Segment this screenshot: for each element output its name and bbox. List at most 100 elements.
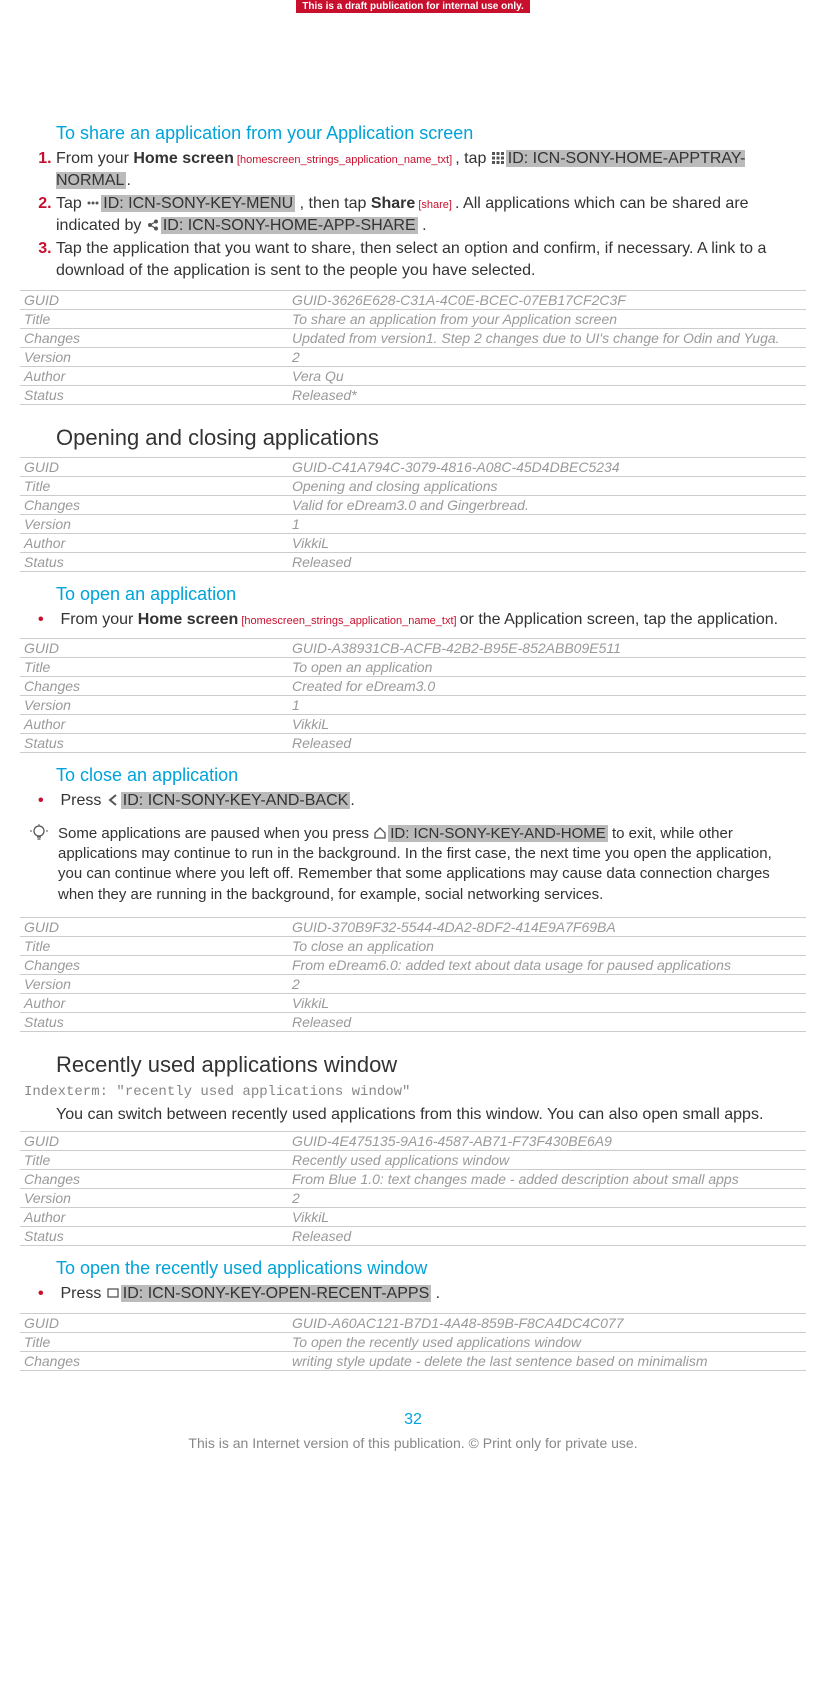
- meta-val: From Blue 1.0: text changes made - added…: [288, 1170, 806, 1189]
- meta-table-5: GUIDGUID-4E475135-9A16-4587-AB71-F73F430…: [20, 1131, 806, 1246]
- meta-key: Status: [20, 734, 288, 753]
- bullet-item: Press ID: ICN-SONY-KEY-AND-BACK.: [56, 790, 796, 812]
- bullet-item: Press ID: ICN-SONY-KEY-OPEN-RECENT-APPS …: [56, 1283, 796, 1305]
- section-title-close-app: To close an application: [56, 765, 806, 786]
- home-icon: [373, 826, 387, 840]
- meta-val: GUID-A38931CB-ACFB-42B2-B95E-852ABB09E51…: [288, 639, 806, 658]
- meta-val: Released: [288, 734, 806, 753]
- meta-key: GUID: [20, 290, 288, 309]
- meta-key: GUID: [20, 639, 288, 658]
- meta-table-1: GUIDGUID-3626E628-C31A-4C0E-BCEC-07EB17C…: [20, 290, 806, 405]
- meta-key: Author: [20, 1208, 288, 1227]
- bullets-open-recent: Press ID: ICN-SONY-KEY-OPEN-RECENT-APPS …: [20, 1283, 806, 1305]
- menu-icon: [86, 195, 100, 209]
- ref-tag: [share]: [415, 199, 455, 211]
- step-3: Tap the application that you want to sha…: [56, 238, 796, 281]
- home-screen-label: Home screen: [138, 611, 239, 628]
- meta-val: Vera Qu: [288, 366, 806, 385]
- meta-val: To open the recently used applications w…: [288, 1332, 806, 1351]
- meta-val: From eDream6.0: added text about data us…: [288, 955, 806, 974]
- meta-table-6: GUIDGUID-A60AC121-B7D1-4A48-859B-F8CA4DC…: [20, 1313, 806, 1371]
- meta-key: Changes: [20, 1170, 288, 1189]
- meta-key: Author: [20, 715, 288, 734]
- meta-key: Title: [20, 658, 288, 677]
- meta-val: GUID-3626E628-C31A-4C0E-BCEC-07EB17CF2C3…: [288, 290, 806, 309]
- meta-key: Title: [20, 309, 288, 328]
- page-number: 32: [20, 1411, 806, 1429]
- draft-banner: This is a draft publication for internal…: [296, 0, 530, 13]
- meta-val: Opening and closing applications: [288, 476, 806, 495]
- meta-key: GUID: [20, 457, 288, 476]
- meta-val: GUID-4E475135-9A16-4587-AB71-F73F430BE6A…: [288, 1132, 806, 1151]
- section-title-open-app: To open an application: [56, 584, 806, 605]
- meta-table-2: GUIDGUID-C41A794C-3079-4816-A08C-45D4DBE…: [20, 457, 806, 572]
- meta-val: Released: [288, 552, 806, 571]
- steps-share-app: From your Home screen [homescreen_string…: [20, 148, 806, 282]
- meta-key: Title: [20, 1332, 288, 1351]
- meta-key: GUID: [20, 1313, 288, 1332]
- text: From your: [56, 150, 133, 167]
- meta-key: Version: [20, 347, 288, 366]
- icon-id-home: ID: ICN-SONY-KEY-AND-HOME: [388, 825, 608, 842]
- text: .: [431, 1285, 440, 1302]
- meta-key: GUID: [20, 917, 288, 936]
- section-title-open-recent: To open the recently used applications w…: [56, 1258, 806, 1279]
- text: .: [126, 172, 130, 189]
- text: .: [350, 792, 354, 809]
- meta-val: VikkiL: [288, 533, 806, 552]
- apptray-icon: [491, 150, 505, 164]
- recent-apps-icon: [106, 1285, 120, 1299]
- ref-tag: [homescreen_strings_application_name_txt…: [238, 615, 459, 627]
- meta-key: Author: [20, 993, 288, 1012]
- meta-val: Recently used applications window: [288, 1151, 806, 1170]
- meta-val: 1: [288, 514, 806, 533]
- meta-key: Author: [20, 533, 288, 552]
- bullets-open-app: From your Home screen [homescreen_string…: [20, 609, 806, 631]
- meta-val: Valid for eDream3.0 and Gingerbread.: [288, 495, 806, 514]
- meta-key: Status: [20, 552, 288, 571]
- meta-key: Version: [20, 974, 288, 993]
- meta-val: Released: [288, 1227, 806, 1246]
- text: Tap: [56, 195, 86, 212]
- meta-val: writing style update - delete the last s…: [288, 1351, 806, 1370]
- meta-key: Title: [20, 1151, 288, 1170]
- text: , then tap: [295, 195, 371, 212]
- meta-key: Title: [20, 476, 288, 495]
- section-title-opening-closing: Opening and closing applications: [56, 425, 806, 451]
- meta-val: 2: [288, 1189, 806, 1208]
- body-paragraph: You can switch between recently used app…: [56, 1104, 796, 1126]
- meta-val: 2: [288, 974, 806, 993]
- back-icon: [106, 792, 120, 806]
- text: Press: [60, 1285, 105, 1302]
- meta-val: VikkiL: [288, 1208, 806, 1227]
- meta-val: 2: [288, 347, 806, 366]
- meta-key: Version: [20, 1189, 288, 1208]
- meta-val: To close an application: [288, 936, 806, 955]
- meta-val: GUID-C41A794C-3079-4816-A08C-45D4DBEC523…: [288, 457, 806, 476]
- text: , tap: [455, 150, 491, 167]
- meta-val: VikkiL: [288, 715, 806, 734]
- tip-block: Some applications are paused when you pr…: [20, 820, 806, 909]
- meta-key: GUID: [20, 1132, 288, 1151]
- meta-key: Version: [20, 696, 288, 715]
- footer-note: This is an Internet version of this publ…: [20, 1435, 806, 1461]
- meta-key: Title: [20, 936, 288, 955]
- meta-key: Version: [20, 514, 288, 533]
- meta-val: Updated from version1. Step 2 changes du…: [288, 328, 806, 347]
- meta-val: GUID-A60AC121-B7D1-4A48-859B-F8CA4DC4C07…: [288, 1313, 806, 1332]
- step-2: Tap ID: ICN-SONY-KEY-MENU , then tap Sha…: [56, 193, 796, 236]
- meta-val: VikkiL: [288, 993, 806, 1012]
- meta-key: Changes: [20, 677, 288, 696]
- icon-id-menu: ID: ICN-SONY-KEY-MENU: [101, 195, 295, 212]
- bullet-item: From your Home screen [homescreen_string…: [56, 609, 796, 631]
- share-label: Share: [371, 195, 415, 212]
- bullets-close-app: Press ID: ICN-SONY-KEY-AND-BACK.: [20, 790, 806, 812]
- meta-table-4: GUIDGUID-370B9F32-5544-4DA2-8DF2-414E9A7…: [20, 917, 806, 1032]
- meta-key: Status: [20, 385, 288, 404]
- meta-val: Released: [288, 1012, 806, 1031]
- meta-val: To share an application from your Applic…: [288, 309, 806, 328]
- meta-val: Released*: [288, 385, 806, 404]
- page-content: To share an application from your Applic…: [0, 13, 826, 1481]
- icon-id-share: ID: ICN-SONY-HOME-APP-SHARE: [161, 217, 418, 234]
- lightbulb-icon: [30, 824, 48, 905]
